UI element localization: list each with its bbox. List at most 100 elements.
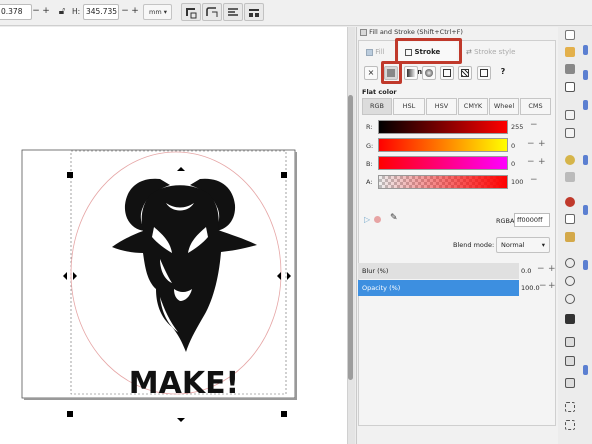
x-field[interactable]: 0.378 (0, 4, 32, 20)
mode-tab-rgb[interactable]: RGB (362, 98, 392, 115)
opacity-label: Opacity (%) (362, 284, 401, 292)
stroke-style-icon: ⇄ (466, 48, 472, 56)
x-increment-button[interactable]: + (41, 4, 51, 20)
green-increment[interactable]: + (538, 139, 546, 149)
blur-increment[interactable]: + (548, 264, 556, 274)
cut-icon[interactable] (565, 197, 575, 207)
blur-decrement[interactable]: − (537, 264, 545, 274)
new-document-icon[interactable] (565, 30, 575, 40)
save-icon[interactable] (565, 64, 575, 74)
height-decrement-button[interactable]: − (120, 4, 130, 20)
unlink-clone-icon[interactable] (565, 356, 575, 366)
tab-stroke-style[interactable]: ⇄ Stroke style (466, 42, 515, 62)
green-slider[interactable] (378, 138, 508, 152)
blue-decrement[interactable]: − (527, 157, 535, 167)
color-managed-icon: ▷ (364, 215, 371, 224)
alpha-label: A: (366, 178, 373, 186)
mode-tab-cms[interactable]: CMS (520, 98, 551, 115)
linear-gradient-button[interactable] (404, 66, 418, 80)
clone-icon[interactable] (565, 337, 575, 347)
chevron-down-icon: ▾ (541, 241, 545, 249)
alpha-decrement[interactable]: − (530, 175, 538, 185)
blend-mode-select[interactable]: Normal ▾ (496, 237, 550, 253)
red-decrement[interactable]: − (530, 120, 538, 130)
blend-mode-label: Blend mode: (453, 241, 495, 249)
stroke-paint-highlight (395, 38, 462, 64)
snap-guide-icon[interactable] (583, 205, 588, 215)
import-icon[interactable] (565, 110, 575, 120)
x-decrement-button[interactable]: − (31, 4, 41, 20)
blur-slider[interactable]: Blur (%) (358, 263, 519, 279)
fill-stroke-dock-icon[interactable] (565, 420, 575, 430)
canvas-artwork: MAKE! (21, 149, 297, 422)
copy-icon[interactable] (565, 214, 575, 224)
duplicate-icon[interactable] (565, 314, 575, 324)
export-icon[interactable] (565, 128, 575, 138)
snap-bbox-icon[interactable] (583, 70, 588, 80)
snap-page-icon[interactable] (583, 365, 588, 375)
snap-center-icon[interactable] (583, 155, 588, 165)
tab-fill[interactable]: Fill (366, 42, 385, 62)
blue-increment[interactable]: + (538, 157, 546, 167)
red-value[interactable]: 255 (511, 123, 523, 131)
snap-nodes-icon[interactable] (583, 100, 588, 110)
open-folder-icon[interactable] (565, 47, 575, 57)
chevron-down-icon: ▾ (163, 8, 168, 16)
zoom-selection-icon[interactable] (565, 258, 575, 268)
height-label: H: (72, 7, 81, 16)
lock-icon[interactable]: 🔓︎ (56, 4, 68, 20)
green-label: G: (366, 142, 374, 150)
alpha-value[interactable]: 100 (511, 178, 523, 186)
blue-value[interactable]: 0 (511, 160, 515, 168)
mode-tab-hsv[interactable]: HSV (426, 98, 457, 115)
swatch-button[interactable] (477, 66, 491, 80)
unset-paint-button[interactable]: ? (496, 66, 510, 80)
mesh-gradient-button[interactable] (440, 66, 454, 80)
scrollbar-thumb[interactable] (348, 95, 353, 380)
unit-select[interactable]: mm ▾ (143, 4, 172, 20)
blur-value[interactable]: 0.0 (521, 267, 531, 275)
dialog-title: Fill and Stroke (Shift+Ctrl+F) (360, 26, 463, 38)
group-icon[interactable] (565, 378, 575, 388)
print-icon[interactable] (565, 82, 575, 92)
snap-toggle-icon[interactable] (583, 45, 588, 55)
opacity-slider[interactable]: Opacity (%) (358, 280, 519, 296)
rgba-input[interactable]: ff0000ff (514, 213, 550, 227)
out-of-gamut-icon (374, 216, 381, 223)
snap-grid-icon[interactable] (583, 260, 588, 270)
mode-tab-hsl[interactable]: HSL (393, 98, 425, 115)
eyedropper-icon[interactable]: ✎ (390, 213, 398, 223)
scale-corners-button[interactable] (202, 3, 222, 21)
unit-value: mm (149, 8, 162, 16)
redo-icon[interactable] (565, 172, 575, 182)
ungroup-icon[interactable] (565, 402, 575, 412)
blue-slider[interactable] (378, 156, 508, 170)
blend-mode-value: Normal (501, 241, 525, 249)
no-paint-button[interactable]: × (364, 66, 378, 80)
height-field[interactable]: 345.735 (83, 4, 119, 20)
radial-gradient-button[interactable] (422, 66, 436, 80)
flat-color-label: Flat color (362, 88, 397, 96)
opacity-value[interactable]: 100.0 (521, 284, 540, 292)
paste-icon[interactable] (565, 232, 575, 242)
mode-tab-wheel[interactable]: Wheel (489, 98, 519, 115)
opacity-decrement[interactable]: − (539, 281, 547, 291)
bison-head-logo (112, 178, 257, 352)
green-value[interactable]: 0 (511, 142, 515, 150)
red-slider[interactable] (378, 120, 508, 134)
move-gradients-button[interactable] (223, 3, 243, 21)
undo-icon[interactable] (565, 155, 575, 165)
green-decrement[interactable]: − (527, 139, 535, 149)
height-increment-button[interactable]: + (130, 4, 140, 20)
zoom-page-icon[interactable] (565, 294, 575, 304)
alpha-slider[interactable] (378, 175, 508, 189)
pattern-button[interactable] (458, 66, 472, 80)
blur-label: Blur (%) (362, 267, 389, 275)
zoom-drawing-icon[interactable] (565, 276, 575, 286)
scale-stroke-button[interactable] (181, 3, 201, 21)
move-patterns-button[interactable] (244, 3, 264, 21)
mode-tab-cmyk[interactable]: CMYK (458, 98, 488, 115)
dialog-title-text: Fill and Stroke (Shift+Ctrl+F) (369, 28, 463, 36)
opacity-increment[interactable]: + (548, 281, 556, 291)
drawing-canvas[interactable]: MAKE! (0, 27, 347, 444)
